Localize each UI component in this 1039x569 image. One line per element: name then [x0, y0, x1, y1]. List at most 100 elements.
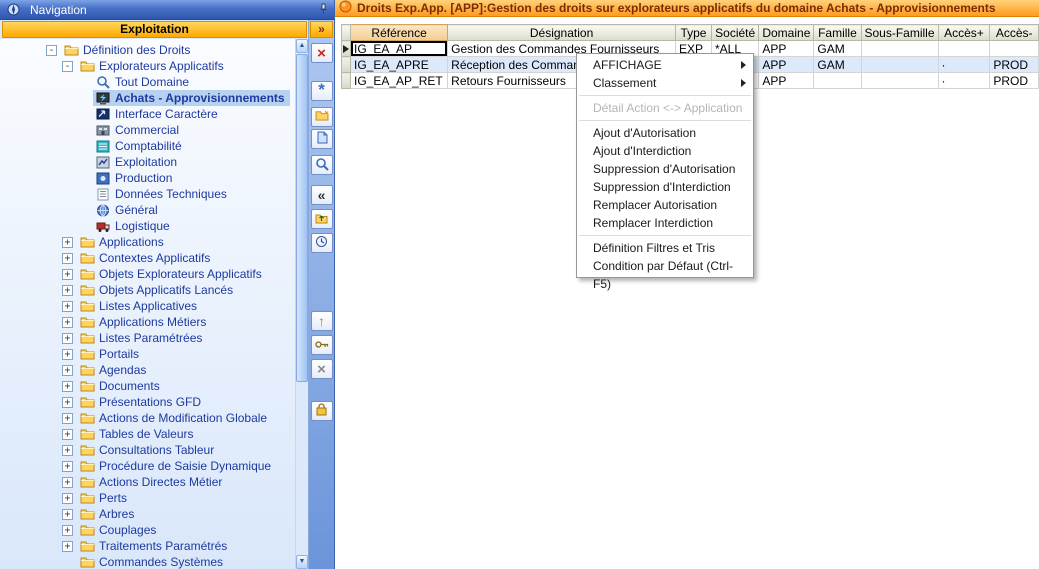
tree-item-agendas[interactable]: +Agendas	[0, 362, 295, 378]
tree-expander-plus-icon[interactable]: +	[62, 397, 73, 408]
tree-item-tout-domaine[interactable]: Tout Domaine	[0, 74, 295, 90]
column-header-sous-famille[interactable]: Sous-Famille	[861, 25, 938, 41]
scrollbar-up-button[interactable]: ▲	[296, 39, 308, 53]
cell-acc-s[interactable]	[990, 41, 1039, 57]
tree-expander-minus-icon[interactable]: -	[62, 61, 73, 72]
pin-icon[interactable]	[318, 3, 329, 17]
move-up-button[interactable]: ↑	[311, 311, 333, 331]
tree-item-actions-directes-m-tier[interactable]: +Actions Directes Métier	[0, 474, 295, 490]
menu-item-ajout-d-autorisation[interactable]: Ajout d'Autorisation	[577, 124, 753, 142]
tree-expander-plus-icon[interactable]: +	[62, 317, 73, 328]
menu-item-classement[interactable]: Classement	[577, 74, 753, 92]
tree-expander-plus-icon[interactable]: +	[62, 269, 73, 280]
tree-item-consultations-tableur[interactable]: +Consultations Tableur	[0, 442, 295, 458]
tree-item-comptabilit[interactable]: Comptabilité	[0, 138, 295, 154]
menu-item-suppression-d-interdiction[interactable]: Suppression d'Interdiction	[577, 178, 753, 196]
tree-item-d-finition-des-droits[interactable]: -Définition des Droits	[0, 42, 295, 58]
tree-item-proc-dure-de-saisie-dynamique[interactable]: +Procédure de Saisie Dynamique	[0, 458, 295, 474]
cell-domaine[interactable]: APP	[759, 57, 814, 73]
cell-acc-s[interactable]: ·	[938, 57, 990, 73]
tree-expander-plus-icon[interactable]: +	[62, 541, 73, 552]
tree-expander-plus-icon[interactable]: +	[62, 445, 73, 456]
tree-expander-plus-icon[interactable]: +	[62, 253, 73, 264]
tree-item-traitements-param-tr-s[interactable]: +Traitements Paramétrés	[0, 538, 295, 554]
tree-item-portails[interactable]: +Portails	[0, 346, 295, 362]
cell-acc-s[interactable]: PROD	[990, 73, 1039, 89]
column-header-acc-s[interactable]: Accès+	[938, 25, 990, 41]
cell-sous-famille[interactable]	[861, 41, 938, 57]
cell-famille[interactable]: GAM	[814, 57, 861, 73]
tree-expander-plus-icon[interactable]: +	[62, 285, 73, 296]
cell-r-f-rence[interactable]: IG_EA_AP	[351, 41, 448, 57]
tree-expander-plus-icon[interactable]: +	[62, 493, 73, 504]
column-header-r-f-rence[interactable]: Référence	[351, 25, 448, 41]
expand-panel-button[interactable]: »	[310, 21, 333, 38]
close-button[interactable]: ×	[311, 43, 333, 63]
tree-expander-plus-icon[interactable]: +	[62, 477, 73, 488]
menu-item-affichage[interactable]: AFFICHAGE	[577, 56, 753, 74]
tree-item-contextes-applicatifs[interactable]: +Contextes Applicatifs	[0, 250, 295, 266]
cell-domaine[interactable]: APP	[759, 41, 814, 57]
menu-item-ajout-d-interdiction[interactable]: Ajout d'Interdiction	[577, 142, 753, 160]
cell-famille[interactable]	[814, 73, 861, 89]
tree-expander-plus-icon[interactable]: +	[62, 429, 73, 440]
collapse-tree-button[interactable]: «	[311, 185, 333, 205]
tree-item-production[interactable]: Production	[0, 170, 295, 186]
tree-item-achats-approvisionnements[interactable]: Achats - Approvisionnements	[0, 90, 295, 106]
tree-item-objets-explorateurs-applicatifs[interactable]: +Objets Explorateurs Applicatifs	[0, 266, 295, 282]
tree-expander-minus-icon[interactable]: -	[46, 45, 57, 56]
tree-item-objets-applicatifs-lanc-s[interactable]: +Objets Applicatifs Lancés	[0, 282, 295, 298]
menu-item-suppression-d-autorisation[interactable]: Suppression d'Autorisation	[577, 160, 753, 178]
tree-item-pr-sentations-gfd[interactable]: +Présentations GFD	[0, 394, 295, 410]
column-header-famille[interactable]: Famille	[814, 25, 861, 41]
history-button[interactable]	[311, 233, 333, 253]
row-selector[interactable]	[342, 57, 351, 73]
cell-acc-s[interactable]: ·	[938, 73, 990, 89]
tree-item-actions-de-modification-globale[interactable]: +Actions de Modification Globale	[0, 410, 295, 426]
tree-item-listes-applicatives[interactable]: +Listes Applicatives	[0, 298, 295, 314]
column-header-soci-t[interactable]: Société	[712, 25, 759, 41]
key-button[interactable]	[311, 335, 333, 355]
new-folder-button[interactable]	[311, 107, 333, 127]
tree-expander-plus-icon[interactable]: +	[62, 365, 73, 376]
tree-expander-plus-icon[interactable]: +	[62, 333, 73, 344]
tree-item-explorateurs-applicatifs[interactable]: -Explorateurs Applicatifs	[0, 58, 295, 74]
column-header-acc-s[interactable]: Accès-	[990, 25, 1039, 41]
remove-button[interactable]: ×	[311, 359, 333, 379]
scrollbar-thumb[interactable]	[296, 54, 308, 382]
tree-item-commercial[interactable]: Commercial	[0, 122, 295, 138]
tree-item-exploitation[interactable]: Exploitation	[0, 154, 295, 170]
column-header-type[interactable]: Type	[675, 25, 711, 41]
cell-famille[interactable]: GAM	[814, 41, 861, 57]
parent-folder-button[interactable]	[311, 209, 333, 229]
cell-r-f-rence[interactable]: IG_EA_AP_RET	[351, 73, 448, 89]
tree-item-g-n-ral[interactable]: Général	[0, 202, 295, 218]
document-button[interactable]	[311, 129, 333, 149]
tree-expander-plus-icon[interactable]: +	[62, 525, 73, 536]
scrollbar-down-button[interactable]: ▼	[296, 555, 308, 569]
tree-expander-plus-icon[interactable]: +	[62, 301, 73, 312]
cell-sous-famille[interactable]	[861, 73, 938, 89]
tree-expander-plus-icon[interactable]: +	[62, 349, 73, 360]
tree-expander-plus-icon[interactable]: +	[62, 381, 73, 392]
column-header-domaine[interactable]: Domaine	[759, 25, 814, 41]
tree-item-donn-es-techniques[interactable]: Données Techniques	[0, 186, 295, 202]
row-selector[interactable]	[342, 73, 351, 89]
tree-expander-plus-icon[interactable]: +	[62, 461, 73, 472]
cell-acc-s[interactable]: PROD	[990, 57, 1039, 73]
tree-item-interface-caract-re[interactable]: Interface Caractère	[0, 106, 295, 122]
column-header-d-signation[interactable]: Désignation	[448, 25, 676, 41]
search-button[interactable]	[311, 155, 333, 175]
menu-item-d-finition-filtres-et-tris[interactable]: Définition Filtres et Tris	[577, 239, 753, 257]
tree-expander-plus-icon[interactable]: +	[62, 509, 73, 520]
tree-item-documents[interactable]: +Documents	[0, 378, 295, 394]
menu-item-remplacer-interdiction[interactable]: Remplacer Interdiction	[577, 214, 753, 232]
lock-button[interactable]	[311, 401, 333, 421]
cell-r-f-rence[interactable]: IG_EA_APRE	[351, 57, 448, 73]
cell-domaine[interactable]: APP	[759, 73, 814, 89]
tree-item-commandes-syst-mes[interactable]: Commandes Systèmes	[0, 554, 295, 569]
tree-item-couplages[interactable]: +Couplages	[0, 522, 295, 538]
cell-sous-famille[interactable]	[861, 57, 938, 73]
tree-expander-plus-icon[interactable]: +	[62, 237, 73, 248]
menu-item-condition-par-d-faut-ctrl-f5[interactable]: Condition par Défaut (Ctrl-F5)	[577, 257, 753, 275]
